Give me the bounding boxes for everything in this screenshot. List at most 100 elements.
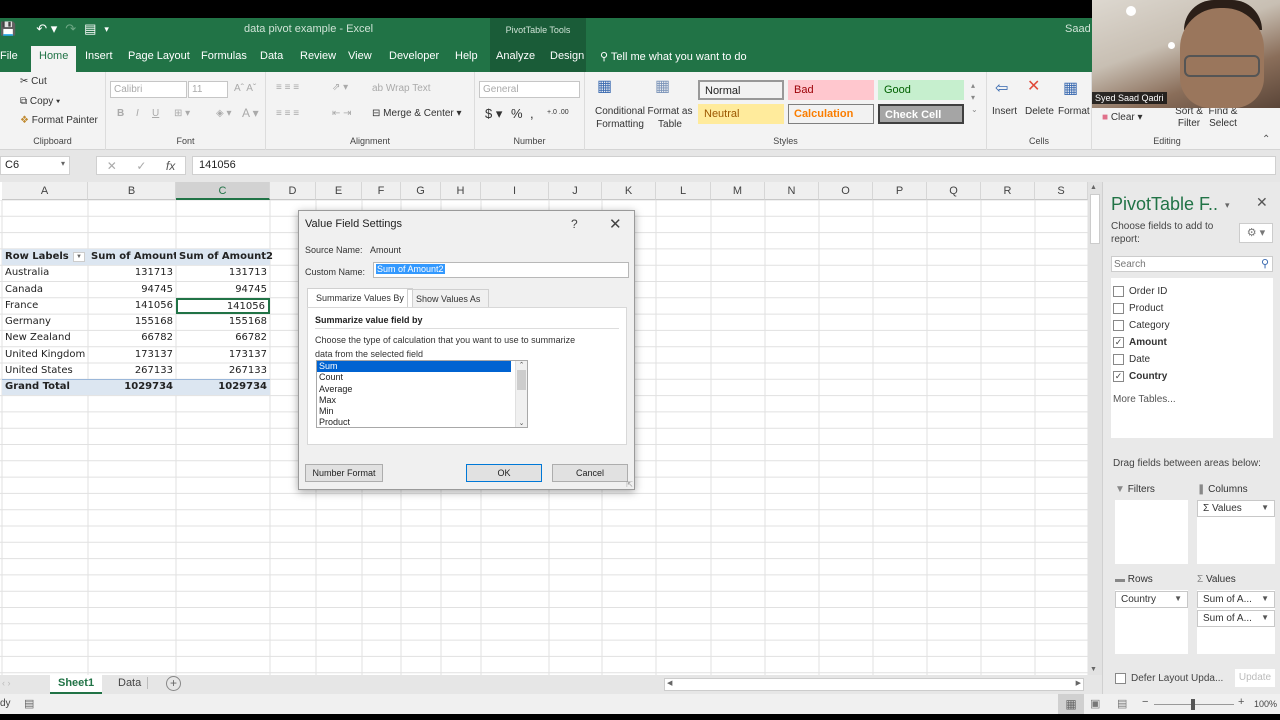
number-format-select[interactable]: General [479, 81, 580, 98]
tab-formulas[interactable]: Formulas [201, 50, 247, 62]
checkbox[interactable] [1113, 320, 1124, 331]
checkbox[interactable] [1113, 303, 1124, 314]
columns-chip-values[interactable]: Σ Values ▼ [1197, 500, 1275, 517]
pivot-cell-amount2[interactable]: 131713 [176, 265, 270, 281]
format-as-table-button[interactable]: Format as Table [647, 105, 693, 131]
save-icon[interactable]: 💾 [0, 21, 16, 37]
checkbox[interactable] [1113, 286, 1124, 297]
tab-data[interactable]: Data [260, 50, 283, 62]
clear-button[interactable]: ■ Clear ▾ [1102, 112, 1143, 123]
column-header-e[interactable]: E [316, 182, 362, 200]
column-header-s[interactable]: S [1035, 182, 1088, 200]
pivot-row-label[interactable]: Canada [2, 282, 88, 298]
ok-button[interactable]: OK [466, 464, 542, 482]
scroll-down-icon[interactable]: ⌄ [516, 419, 527, 427]
font-color-icon[interactable]: A ▾ [242, 106, 259, 120]
redo-icon[interactable]: ↷ [65, 21, 76, 37]
page-layout-view-icon[interactable]: ▣ [1090, 697, 1100, 710]
field-search-input[interactable]: Search ⚲ [1111, 256, 1273, 272]
pivot-row-label[interactable]: United States [2, 363, 88, 379]
tab-design[interactable]: Design [550, 50, 584, 62]
scroll-up-icon[interactable]: ⌃ [516, 361, 527, 369]
pivot-cell-amount2[interactable]: 173137 [176, 347, 270, 363]
pivot-row-label[interactable]: New Zealand [2, 330, 88, 346]
column-header-k[interactable]: K [602, 182, 656, 200]
font-name-select[interactable]: Calibri [110, 81, 187, 98]
pivot-cell-amount[interactable]: 66782 [88, 330, 176, 346]
column-header-j[interactable]: J [549, 182, 602, 200]
column-header-h[interactable]: H [441, 182, 481, 200]
find-select-button[interactable]: Find & Select [1206, 106, 1240, 130]
page-break-view-icon[interactable]: ▤ [1117, 697, 1127, 710]
column-header-a[interactable]: A [2, 182, 88, 200]
name-box[interactable]: C6 ▾ [0, 156, 70, 175]
column-header-g[interactable]: G [401, 182, 441, 200]
field-amount[interactable]: ✓ Amount [1113, 337, 1167, 348]
add-sheet-icon[interactable]: + [166, 676, 181, 691]
macro-record-icon[interactable]: ▤ [24, 697, 34, 710]
style-neutral[interactable]: Neutral [698, 104, 784, 124]
pivot-header-sum-amount2[interactable]: Sum of Amount2 [176, 248, 273, 265]
function-option-count[interactable]: Count [317, 372, 511, 383]
pivot-cell-amount[interactable]: 173137 [88, 347, 176, 363]
values-chip-1[interactable]: Sum of A... ▼ [1197, 591, 1275, 608]
column-header-p[interactable]: P [873, 182, 927, 200]
resize-grip-icon[interactable]: ⇱ [626, 480, 633, 489]
checkbox[interactable] [1113, 354, 1124, 365]
function-listbox[interactable]: Sum Count Average Max Min Product ⌃ ⌄ [316, 360, 528, 428]
customize-qat-icon[interactable]: ▾ [104, 24, 109, 35]
insert-button[interactable]: Insert [992, 106, 1017, 117]
fill-color-icon[interactable]: ◈ ▾ [216, 108, 232, 119]
tab-view[interactable]: View [348, 50, 372, 62]
merge-center-button[interactable]: ⊟ Merge & Center ▾ [372, 108, 462, 119]
pane-options-icon[interactable]: ▾ [1225, 200, 1230, 211]
scroll-up-icon[interactable]: ▲ [1090, 184, 1097, 191]
pivot-cell-amount2[interactable]: 155168 [176, 314, 270, 330]
sheet-tab-sheet1[interactable]: Sheet1 [50, 675, 103, 694]
row-labels-filter-dropdown[interactable]: ▼ [73, 251, 85, 262]
underline-button[interactable]: U [152, 108, 159, 119]
zoom-level[interactable]: 100% [1254, 699, 1277, 709]
checkbox[interactable]: ✓ [1113, 337, 1124, 348]
currency-button[interactable]: $ ▾ [485, 106, 502, 122]
values-chip-2[interactable]: Sum of A... ▼ [1197, 610, 1275, 627]
scroll-down-icon[interactable]: ▼ [1090, 666, 1097, 673]
function-option-max[interactable]: Max [317, 395, 511, 406]
pivot-row-label[interactable]: United Kingdom [2, 347, 88, 363]
listbox-scrollbar[interactable]: ⌃ ⌄ [515, 361, 527, 427]
comma-button[interactable]: , [530, 106, 534, 121]
column-header-m[interactable]: M [711, 182, 765, 200]
pivot-row-label[interactable]: France [2, 298, 88, 314]
more-tables-link[interactable]: More Tables... [1113, 394, 1176, 405]
orientation-icon[interactable]: ⇗ ▾ [332, 82, 348, 93]
checkbox[interactable]: ✓ [1113, 371, 1124, 382]
pivot-cell-amount[interactable]: 94745 [88, 282, 176, 298]
pivot-header-sum-amount[interactable]: Sum of Amount [88, 248, 178, 265]
pivot-cell-amount[interactable]: 141056 [88, 298, 176, 314]
scrollbar-thumb[interactable] [1090, 194, 1100, 244]
format-painter-button[interactable]: ❖ Format Painter [20, 115, 98, 126]
normal-view-icon[interactable]: ▦ [1058, 694, 1084, 714]
column-header-r[interactable]: R [981, 182, 1035, 200]
styles-gallery-scroll[interactable]: ▴ ▾ ⌄ [971, 80, 978, 116]
zoom-out-icon[interactable]: − [1142, 696, 1148, 708]
defer-layout-checkbox[interactable]: Defer Layout Upda... [1115, 673, 1223, 684]
field-order-id[interactable]: Order ID [1113, 286, 1167, 297]
copy-button[interactable]: ⧉ Copy ▾ [20, 96, 60, 107]
wrap-text-button[interactable]: ab Wrap Text [372, 83, 431, 94]
collapse-ribbon-icon[interactable]: ⌃ [1262, 134, 1270, 145]
update-button[interactable]: Update [1235, 669, 1275, 687]
style-bad[interactable]: Bad [788, 80, 874, 100]
tab-analyze[interactable]: Analyze [496, 50, 535, 62]
vertical-scrollbar[interactable]: ▲ ▼ [1088, 182, 1102, 675]
align-left-icon[interactable]: ≡ ≡ ≡ [276, 108, 299, 119]
gear-icon[interactable]: ⚙ ▾ [1239, 223, 1273, 243]
formula-input[interactable]: 141056 [192, 156, 1276, 175]
scrollbar-thumb[interactable] [517, 370, 526, 390]
style-check-cell[interactable]: Check Cell [878, 104, 964, 124]
tab-help[interactable]: Help [455, 50, 478, 62]
sheet-nav-icon[interactable]: ‹ › [2, 678, 11, 688]
column-header-l[interactable]: L [656, 182, 711, 200]
tell-me-search[interactable]: ⚲ Tell me what you want to do [600, 50, 747, 63]
field-category[interactable]: Category [1113, 320, 1170, 331]
